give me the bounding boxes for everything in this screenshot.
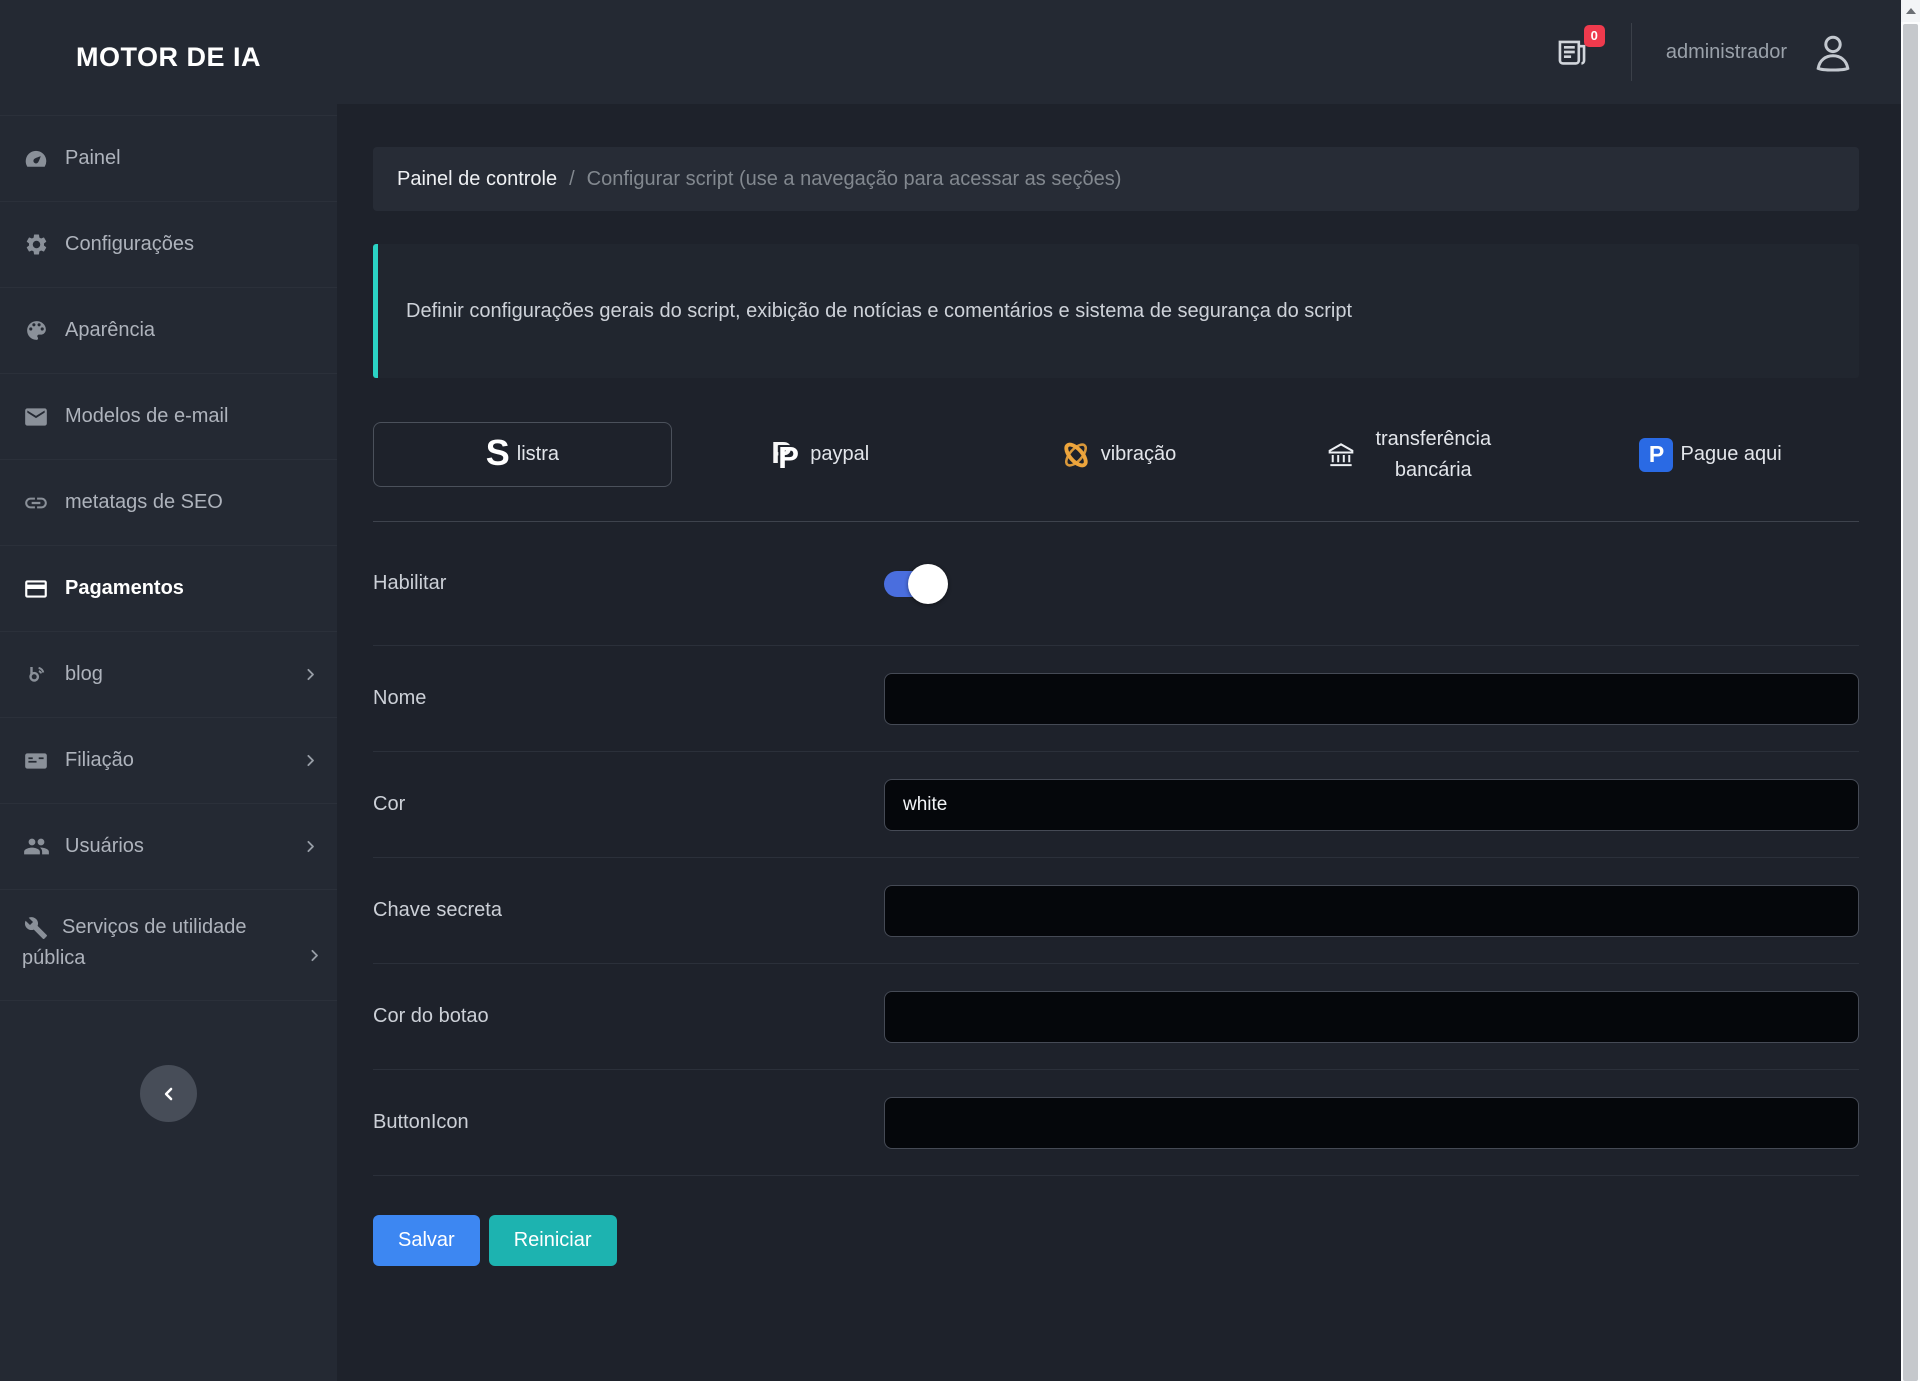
cor-input[interactable] (884, 779, 1859, 831)
nome-input[interactable] (884, 673, 1859, 725)
user-menu[interactable]: administrador (1666, 28, 1857, 76)
scrollbar (1901, 0, 1920, 1381)
form-actions: Salvar Reiniciar (373, 1176, 1859, 1266)
id-card-icon (22, 748, 50, 774)
info-banner: Definir configurações gerais do script, … (373, 244, 1859, 378)
habilitar-toggle[interactable] (884, 571, 936, 597)
sidebar-item-pagamentos[interactable]: Pagamentos (0, 546, 337, 632)
notification-badge: 0 (1584, 25, 1605, 47)
buttonicon-input[interactable] (884, 1097, 1859, 1149)
reset-button[interactable]: Reiniciar (489, 1215, 617, 1266)
sidebar: MOTOR DE IA Painel Configurações Aparênc… (0, 0, 337, 1381)
stripe-icon: S (486, 435, 510, 471)
chevron-right-icon (302, 752, 319, 769)
wrench-icon (22, 916, 50, 940)
tab-transferencia-bancaria[interactable]: transferência bancária (1265, 422, 1562, 487)
app-logo: MOTOR DE IA (0, 0, 337, 116)
sidebar-item-usuarios[interactable]: Usuários (0, 804, 337, 890)
form-row-cor-do-botao: Cor do botao (373, 964, 1859, 1070)
sidebar-item-metatags-seo[interactable]: metatags de SEO (0, 460, 337, 546)
breadcrumb-separator: / (569, 168, 575, 191)
users-icon (22, 833, 50, 860)
scrollbar-thumb[interactable] (1903, 24, 1918, 1381)
paypal-icon: PP (771, 435, 803, 475)
sidebar-item-modelos-email[interactable]: Modelos de e-mail (0, 374, 337, 460)
gauge-icon (22, 146, 50, 172)
tab-label: Pague aqui (1680, 443, 1781, 466)
link-icon (22, 490, 50, 516)
form-row-habilitar: Habilitar (373, 522, 1859, 646)
tab-label: listra (517, 443, 559, 466)
field-label-cor: Cor (373, 793, 884, 816)
username-label: administrador (1666, 41, 1787, 64)
scroll-up-button[interactable] (1901, 0, 1920, 22)
tab-label: paypal (810, 443, 869, 466)
chevron-right-icon (302, 838, 319, 855)
payment-method-tabs: S listra PP paypal vibração transferênci… (373, 422, 1859, 522)
sidebar-item-label: blog (65, 663, 103, 686)
save-button[interactable]: Salvar (373, 1215, 480, 1266)
palette-icon (22, 318, 50, 343)
sidebar-item-configuracoes[interactable]: Configurações (0, 202, 337, 288)
info-banner-text: Definir configurações gerais do script, … (406, 300, 1352, 323)
credit-card-icon (22, 576, 50, 602)
main-content: Painel de controle / Configurar script (… (337, 104, 1901, 1381)
field-label-habilitar: Habilitar (373, 572, 884, 595)
sidebar-collapse-button[interactable] (140, 1065, 197, 1122)
tab-label: transferência bancária (1364, 424, 1502, 486)
chave-secreta-input[interactable] (884, 885, 1859, 937)
sidebar-item-aparencia[interactable]: Aparência (0, 288, 337, 374)
form-row-cor: Cor (373, 752, 1859, 858)
field-label-nome: Nome (373, 687, 884, 710)
cor-do-botao-input[interactable] (884, 991, 1859, 1043)
blog-icon (22, 663, 50, 687)
breadcrumb-current-page: Configurar script (use a navegação para … (587, 168, 1122, 191)
tab-paypal[interactable]: PP paypal (672, 422, 969, 487)
notifications-button[interactable]: 0 (1553, 35, 1591, 69)
sidebar-item-label: Usuários (65, 835, 144, 858)
mail-icon (22, 404, 50, 430)
topbar-divider (1631, 23, 1632, 81)
form-row-chave-secreta: Chave secreta (373, 858, 1859, 964)
sidebar-nav: Painel Configurações Aparência Modelos d… (0, 116, 337, 1001)
sidebar-item-label: Modelos de e-mail (65, 405, 228, 428)
sidebar-item-label: Serviços de utilidade pública (22, 916, 247, 969)
toggle-knob (908, 564, 948, 604)
tab-vibracao[interactable]: vibração (969, 422, 1266, 487)
sidebar-item-label: Painel (65, 147, 121, 170)
vibration-swirl-icon (1058, 437, 1094, 473)
sidebar-item-label: metatags de SEO (65, 491, 223, 514)
bank-icon (1325, 439, 1357, 471)
chevron-left-icon (159, 1084, 179, 1104)
form-row-buttonicon: ButtonIcon (373, 1070, 1859, 1176)
field-label-buttonicon: ButtonIcon (373, 1111, 884, 1134)
chevron-right-icon (306, 947, 323, 964)
sidebar-item-label: Filiação (65, 749, 134, 772)
field-label-chave-secreta: Chave secreta (373, 899, 884, 922)
tab-label: vibração (1101, 443, 1177, 466)
field-label-cor-do-botao: Cor do botao (373, 1005, 884, 1028)
sidebar-item-servicos-utilidade[interactable]: Serviços de utilidade pública (0, 890, 337, 1001)
tab-pague-aqui[interactable]: P Pague aqui (1562, 422, 1859, 487)
sidebar-item-blog[interactable]: blog (0, 632, 337, 718)
chevron-right-icon (302, 666, 319, 683)
breadcrumb-item-painel-de-controle[interactable]: Painel de controle (397, 168, 557, 191)
sidebar-item-filiacao[interactable]: Filiação (0, 718, 337, 804)
breadcrumb: Painel de controle / Configurar script (… (373, 147, 1859, 211)
sidebar-item-painel[interactable]: Painel (0, 116, 337, 202)
gear-icon (22, 232, 50, 257)
sidebar-item-label: Configurações (65, 233, 194, 256)
sidebar-item-label: Aparência (65, 319, 155, 342)
tab-stripe[interactable]: S listra (373, 422, 672, 487)
sidebar-item-label: Pagamentos (65, 577, 184, 600)
paystack-icon: P (1639, 438, 1673, 472)
form-row-nome: Nome (373, 646, 1859, 752)
topbar: 0 administrador (337, 0, 1901, 104)
person-circle-icon (1809, 28, 1857, 76)
